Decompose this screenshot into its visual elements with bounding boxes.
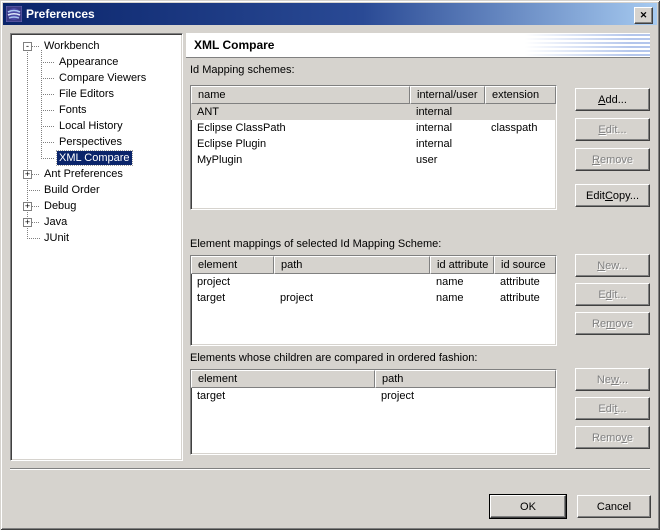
ordered-label: Elements whose children are compared in …	[190, 352, 477, 366]
collapse-icon[interactable]: -	[23, 42, 32, 51]
titlebar[interactable]: Preferences ✕	[3, 3, 657, 25]
cancel-button[interactable]: Cancel	[577, 495, 651, 518]
window-title: Preferences	[26, 7, 95, 21]
ordered-table-header: element path	[191, 370, 556, 388]
expand-icon[interactable]: +	[23, 218, 32, 227]
expand-icon[interactable]: +	[23, 170, 32, 179]
column-header[interactable]: id source	[494, 256, 556, 274]
edit-ordered-button[interactable]: Edit...	[575, 397, 650, 420]
tree-item-java[interactable]: + Java	[11, 214, 182, 230]
table-row[interactable]: project name attribute	[191, 274, 556, 290]
tree-item-compare-viewers[interactable]: Compare Viewers	[11, 70, 182, 86]
column-header[interactable]: path	[375, 370, 556, 388]
preferences-tree[interactable]: - Workbench Appearance Compare Viewers F…	[10, 33, 183, 461]
tree-item-debug[interactable]: + Debug	[11, 198, 182, 214]
remove-ordered-button[interactable]: Remove	[575, 426, 650, 449]
ok-button[interactable]: OK	[490, 495, 566, 518]
mappings-table[interactable]: element path id attribute id source proj…	[190, 255, 557, 346]
edit-copy-button[interactable]: Edit Copy...	[575, 184, 650, 207]
schemes-table-header: name internal/user extension	[191, 86, 556, 104]
app-icon	[6, 6, 22, 22]
ordered-table[interactable]: element path target project	[190, 369, 557, 455]
column-header[interactable]: extension	[485, 86, 556, 104]
column-header[interactable]: name	[191, 86, 410, 104]
table-row[interactable]: Eclipse Plugin internal	[191, 136, 556, 152]
remove-button[interactable]: Remove	[575, 148, 650, 171]
table-row[interactable]: Eclipse ClassPath internal classpath	[191, 120, 556, 136]
schemes-table[interactable]: name internal/user extension ANT interna…	[190, 85, 557, 210]
tree-item-appearance[interactable]: Appearance	[11, 54, 182, 70]
add-button[interactable]: Add...	[575, 88, 650, 111]
column-header[interactable]: path	[274, 256, 430, 274]
footer-separator	[10, 468, 650, 470]
schemes-label: Id Mapping schemes:	[190, 64, 295, 78]
tree-item-workbench[interactable]: - Workbench	[11, 38, 182, 54]
edit-button[interactable]: Edit...	[575, 118, 650, 141]
remove-mapping-button[interactable]: Remove	[575, 312, 650, 335]
new-mapping-button[interactable]: New...	[575, 254, 650, 277]
close-button[interactable]: ✕	[634, 7, 653, 24]
new-ordered-button[interactable]: New...	[575, 368, 650, 391]
column-header[interactable]: internal/user	[410, 86, 485, 104]
tree-item-file-editors[interactable]: File Editors	[11, 86, 182, 102]
preferences-dialog: Preferences ✕ - Workbench Appearance Com…	[0, 0, 660, 530]
page-title: XML Compare	[194, 38, 274, 52]
tree-item-perspectives[interactable]: Perspectives	[11, 134, 182, 150]
table-row[interactable]: ANT internal	[191, 104, 556, 120]
column-header[interactable]: id attribute	[430, 256, 494, 274]
page-title-banner: XML Compare	[186, 33, 650, 58]
tree-item-ant-preferences[interactable]: + Ant Preferences	[11, 166, 182, 182]
table-row[interactable]: target project	[191, 388, 556, 404]
expand-icon[interactable]: +	[23, 202, 32, 211]
table-row[interactable]: MyPlugin user	[191, 152, 556, 168]
tree-item-local-history[interactable]: Local History	[11, 118, 182, 134]
tree-item-fonts[interactable]: Fonts	[11, 102, 182, 118]
tree-item-build-order[interactable]: Build Order	[11, 182, 182, 198]
column-header[interactable]: element	[191, 256, 274, 274]
edit-mapping-button[interactable]: Edit...	[575, 283, 650, 306]
mappings-label: Element mappings of selected Id Mapping …	[190, 238, 441, 252]
mappings-table-header: element path id attribute id source	[191, 256, 556, 274]
tree-item-xml-compare[interactable]: XML Compare	[11, 150, 182, 166]
table-row[interactable]: target project name attribute	[191, 290, 556, 306]
column-header[interactable]: element	[191, 370, 375, 388]
tree-item-junit[interactable]: JUnit	[11, 230, 182, 246]
